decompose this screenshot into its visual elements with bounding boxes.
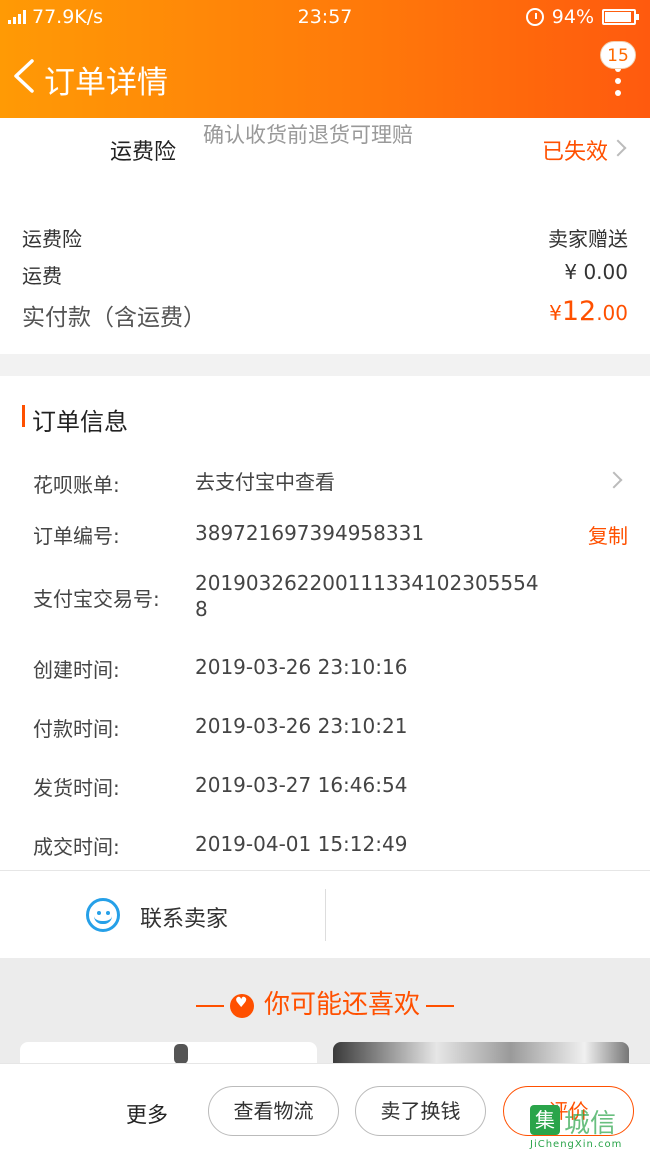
chevron-right-icon[interactable] [605, 471, 623, 489]
paid-amount: ¥12.00 [549, 296, 628, 327]
watermark-logo-icon: 集 [530, 1105, 560, 1135]
insurance-status[interactable]: 已失效 [542, 134, 608, 166]
more-button[interactable]: 更多 [126, 1099, 168, 1129]
bottom-action-bar: 更多 查看物流 卖了换钱 评价 集 城信 JiChengXin.com [0, 1063, 650, 1155]
battery-percent: 94% [551, 6, 594, 28]
shipping-label: 运费 [22, 264, 62, 288]
heart-icon [229, 993, 254, 1018]
insurance-desc: 确认收货前退货可理赔 [203, 123, 413, 147]
copy-button[interactable]: 复制 [588, 520, 628, 549]
shipping-value: ¥ 0.00 [564, 260, 628, 284]
back-arrow-icon[interactable] [10, 58, 40, 94]
insurance-summary-label: 运费险 [22, 227, 82, 251]
insurance-name: 运费险 [110, 140, 177, 165]
view-logistics-button[interactable]: 查看物流 [208, 1086, 339, 1136]
more-menu-icon[interactable] [612, 66, 624, 96]
chevron-right-icon[interactable] [609, 139, 627, 157]
watermark: 集 城信 JiChengXin.com [530, 1103, 648, 1153]
divider [325, 889, 326, 941]
order-info-section: 订单信息 花呗账单: 去支付宝中查看 订单编号: 389721697394958… [0, 376, 650, 870]
product-image [174, 1044, 188, 1064]
contact-bar: 联系卖家 [0, 870, 650, 958]
battery-icon [602, 9, 639, 25]
insurance-summary-value: 卖家赠送 [548, 227, 628, 251]
status-bar: 77.9K/s 23:57 94% [0, 0, 650, 34]
section-title: 订单信息 [22, 402, 128, 437]
header: 77.9K/s 23:57 94% 订单详情 15 [0, 0, 650, 118]
paid-row: 实付款（含运费） ¥12.00 [22, 296, 628, 332]
contact-seller-button[interactable]: 联系卖家 [140, 901, 228, 933]
message-count-badge[interactable]: 15 [600, 41, 636, 69]
paid-label: 实付款（含运费） [22, 305, 206, 331]
alarm-icon [525, 8, 544, 26]
recommend-title: 你可能还喜欢 [0, 984, 650, 1021]
chat-face-icon[interactable] [86, 898, 120, 932]
payment-summary: 运费险 确认收货前退货可理赔 已失效 运费险 卖家赠送 运费 ¥ 0.00 实付… [0, 118, 650, 354]
page-title: 订单详情 [44, 65, 168, 101]
resell-button[interactable]: 卖了换钱 [355, 1086, 486, 1136]
insurance-summary-row: 运费险 卖家赠送 [22, 223, 628, 252]
shipping-row: 运费 ¥ 0.00 [22, 260, 628, 289]
